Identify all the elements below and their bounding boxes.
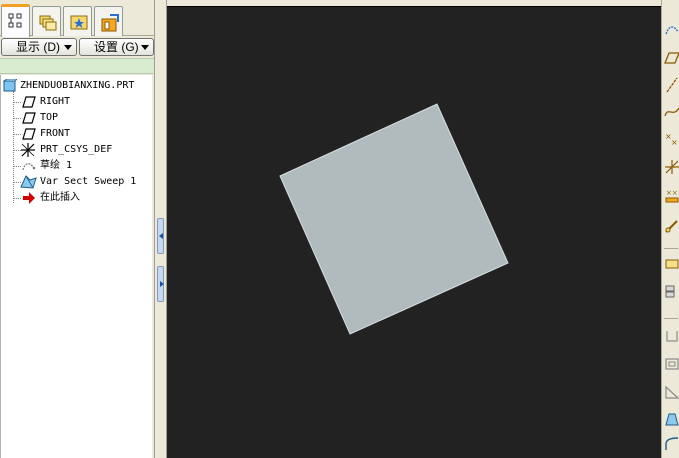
favorites-icon: [70, 15, 88, 30]
navigator-button-row: 显示 (D) 设置 (G): [0, 37, 154, 57]
tree-item-label: RIGHT: [40, 96, 71, 107]
connections-tab[interactable]: [94, 6, 123, 36]
model-tree-tab[interactable]: [1, 4, 30, 37]
model-display: [279, 103, 509, 335]
shell-tool-button[interactable]: [664, 356, 679, 378]
model-tree: ZHENDUOBIANXING.PRT RIGHT TOP FRONT PRT_…: [0, 75, 152, 458]
sketch-tool-icon: [665, 220, 678, 233]
hole-tool-button[interactable]: [664, 328, 679, 350]
graphics-viewport[interactable]: [167, 6, 661, 458]
part-icon: [3, 79, 17, 92]
toolbar-separator: [664, 318, 678, 319]
datum-axis-tool-button[interactable]: [664, 77, 679, 99]
tree-item-label: 在此插入: [40, 192, 80, 203]
navigator-tab-strip: [0, 0, 154, 37]
round-tool-icon: [665, 437, 679, 450]
settings-dropdown-button[interactable]: 设置 (G): [79, 38, 154, 56]
toolbar-separator: [664, 248, 678, 249]
datum-display-icon: [665, 26, 679, 35]
sketch-icon: [22, 163, 36, 171]
analysis-feature-icon: ××: [665, 189, 679, 203]
datum-curve-tool-icon: [664, 107, 679, 117]
tree-item-label: TOP: [40, 112, 59, 123]
tree-root-label: ZHENDUOBIANXING.PRT: [20, 80, 135, 91]
svg-text:××: ××: [666, 189, 678, 197]
feature-toolbar: × × ××: [661, 0, 679, 458]
insert-here-arrow-icon: [23, 192, 35, 204]
sweep-feature-icon: [20, 175, 37, 189]
tree-connector: [13, 198, 21, 199]
hole-tool-icon: [666, 331, 678, 342]
revolve-tool-icon: [665, 285, 675, 298]
sweep-surface[interactable]: [279, 103, 509, 335]
datum-curve-tool-button[interactable]: [664, 104, 679, 126]
draft-tool-icon: [665, 413, 679, 426]
model-tree-icon: [8, 13, 22, 28]
show-dropdown-button[interactable]: 显示 (D): [1, 38, 77, 56]
folder-browser-icon: [39, 15, 57, 31]
datum-plane-icon: [22, 128, 36, 140]
tree-connector-line: [13, 91, 14, 203]
chevron-down-icon: [64, 45, 72, 50]
datum-point-tool-button[interactable]: × ×: [664, 131, 679, 153]
chevron-left-icon: [159, 233, 163, 239]
tree-item-label: 草绘 1: [40, 160, 73, 171]
navigator-panel: 显示 (D) 设置 (G) ZHENDUOBIANXING.PRT RIGHT: [0, 0, 154, 458]
folder-browser-tab[interactable]: [32, 6, 61, 36]
datum-plane-icon: [22, 112, 36, 124]
chevron-right-icon: [160, 281, 164, 287]
revolve-tool-button[interactable]: [664, 283, 679, 305]
expand-browser-button[interactable]: [157, 266, 164, 302]
sketch-tool-button[interactable]: [664, 218, 679, 240]
extrude-tool-icon: [665, 259, 679, 269]
shell-tool-icon: [665, 358, 679, 370]
draft-tool-button[interactable]: [664, 411, 679, 433]
datum-plane-icon: [22, 96, 36, 108]
csys-tool-button[interactable]: [664, 159, 679, 181]
extrude-tool-button[interactable]: [664, 256, 679, 278]
tree-connector: [13, 102, 21, 103]
coordinate-system-icon: [21, 143, 35, 157]
analysis-feature-button[interactable]: ××: [664, 188, 679, 210]
tree-item-label: FRONT: [40, 128, 71, 139]
panel-sash[interactable]: [154, 0, 167, 458]
tree-item-label: Var Sect Sweep 1: [40, 176, 137, 187]
connections-icon: [101, 14, 119, 32]
favorites-tab[interactable]: [63, 6, 92, 36]
tree-connector: [13, 166, 21, 167]
tree-connector: [13, 118, 21, 119]
datum-plane-tool-button[interactable]: [664, 50, 679, 72]
chevron-down-icon: [141, 45, 149, 50]
tree-item-label: PRT_CSYS_DEF: [40, 144, 113, 155]
datum-axis-tool-icon: [666, 77, 678, 93]
svg-text:×: ×: [671, 138, 678, 147]
rib-tool-icon: [665, 385, 679, 399]
show-dropdown-label: 显示 (D): [16, 40, 60, 54]
csys-tool-icon: [665, 160, 679, 174]
collapse-navigator-button[interactable]: [157, 218, 164, 254]
datum-plane-tool-icon: [664, 52, 679, 64]
tree-connector: [13, 134, 21, 135]
settings-dropdown-label: 设置 (G): [94, 40, 139, 54]
round-tool-button[interactable]: [664, 436, 679, 458]
datum-display-button[interactable]: [664, 22, 679, 44]
datum-point-tool-icon: × ×: [665, 132, 678, 147]
rib-tool-button[interactable]: [664, 384, 679, 406]
navigator-filter-bar: [0, 58, 154, 74]
